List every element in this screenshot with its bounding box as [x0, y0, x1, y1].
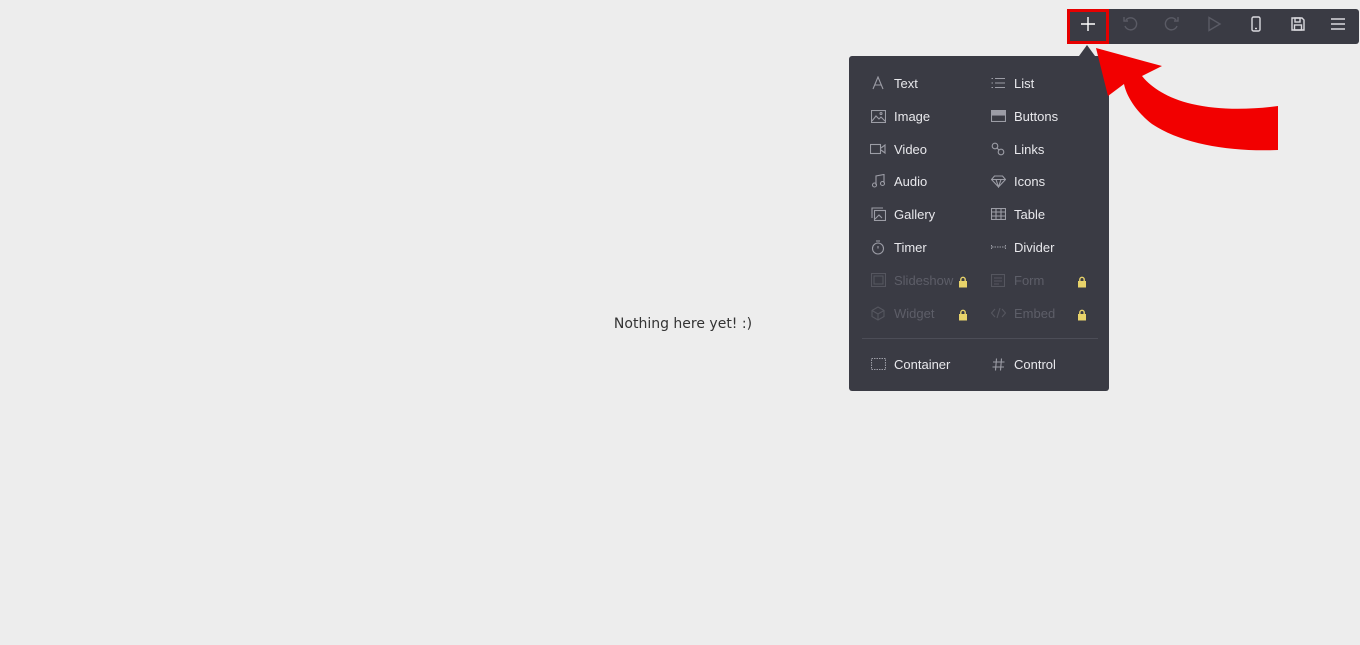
diamond-icon — [990, 173, 1006, 189]
save-icon — [1290, 16, 1306, 37]
menu-item-divider[interactable]: Divider — [990, 237, 1054, 257]
link-icon — [990, 141, 1006, 157]
hamburger-icon — [1330, 16, 1346, 37]
undo-button[interactable] — [1109, 9, 1151, 44]
form-icon — [990, 272, 1006, 288]
code-icon — [990, 305, 1006, 321]
container-icon — [870, 356, 886, 372]
menu-button[interactable] — [1317, 9, 1359, 44]
hash-icon — [990, 356, 1006, 372]
table-icon — [990, 206, 1006, 222]
redo-icon — [1164, 16, 1180, 37]
buttons-icon — [990, 108, 1006, 124]
menu-item-buttons[interactable]: Buttons — [990, 106, 1058, 126]
menu-item-control[interactable]: Control — [990, 354, 1056, 374]
menu-item-widget[interactable]: Widget — [870, 303, 934, 323]
menu-item-slideshow[interactable]: Slideshow — [870, 270, 953, 290]
menu-item-icons[interactable]: Icons — [990, 171, 1045, 191]
menu-item-video[interactable]: Video — [870, 139, 927, 159]
plus-icon — [1080, 16, 1096, 37]
slideshow-icon — [870, 272, 886, 288]
menu-item-text[interactable]: Text — [870, 73, 918, 93]
menu-item-container[interactable]: Container — [870, 354, 950, 374]
menu-item-timer[interactable]: Timer — [870, 237, 927, 257]
toolbar — [1067, 9, 1359, 44]
preview-button[interactable] — [1193, 9, 1235, 44]
menu-item-embed[interactable]: Embed — [990, 303, 1055, 323]
music-icon — [870, 173, 886, 189]
annotation-arrow — [1096, 48, 1278, 151]
video-icon — [870, 141, 886, 157]
lock-icon — [958, 275, 968, 288]
list-icon — [990, 75, 1006, 91]
menu-separator — [862, 338, 1098, 339]
menu-item-gallery[interactable]: Gallery — [870, 204, 935, 224]
play-icon — [1206, 16, 1222, 37]
empty-canvas-message: Nothing here yet! :) — [613, 316, 753, 332]
redo-button[interactable] — [1151, 9, 1193, 44]
lock-icon — [1077, 275, 1087, 288]
widget-icon — [870, 305, 886, 321]
image-icon — [870, 108, 886, 124]
menu-item-image[interactable]: Image — [870, 106, 930, 126]
text-icon — [870, 75, 886, 91]
phone-icon — [1248, 16, 1264, 37]
mobile-view-button[interactable] — [1235, 9, 1277, 44]
gallery-icon — [870, 206, 886, 222]
menu-item-links[interactable]: Links — [990, 139, 1044, 159]
undo-icon — [1122, 16, 1138, 37]
timer-icon — [870, 239, 886, 255]
menu-item-form[interactable]: Form — [990, 270, 1044, 290]
menu-item-audio[interactable]: Audio — [870, 171, 927, 191]
menu-item-table[interactable]: Table — [990, 204, 1045, 224]
lock-icon — [1077, 308, 1087, 321]
lock-icon — [958, 308, 968, 321]
save-button[interactable] — [1277, 9, 1319, 44]
divider-icon — [990, 239, 1006, 255]
add-button[interactable] — [1067, 9, 1109, 44]
menu-item-list[interactable]: List — [990, 73, 1034, 93]
